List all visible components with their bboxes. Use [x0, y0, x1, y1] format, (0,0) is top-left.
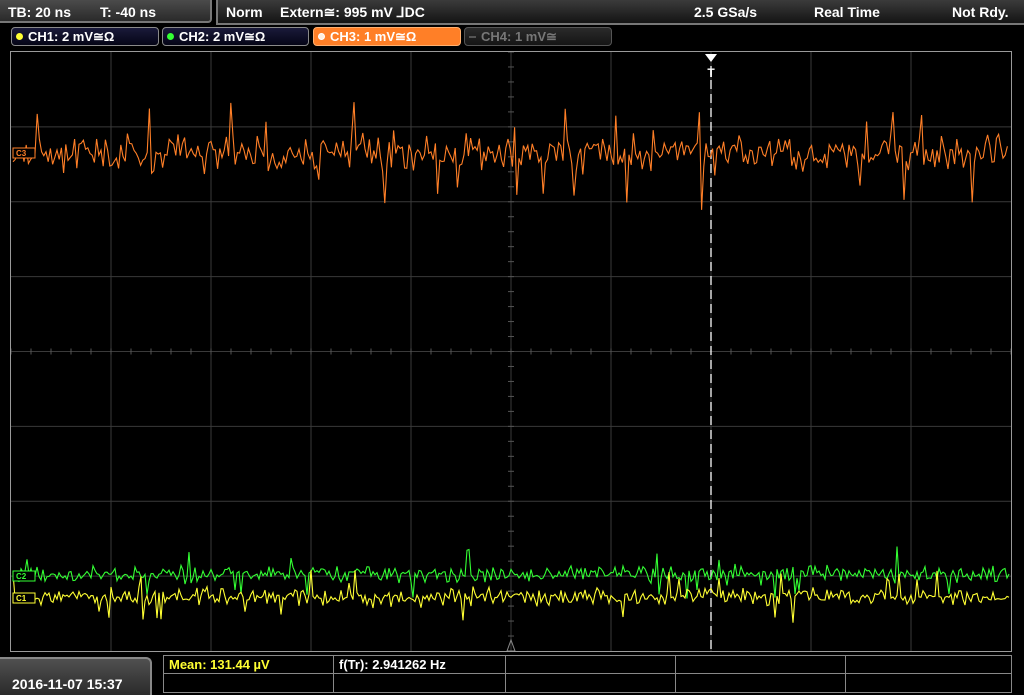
ch3-dot-icon [318, 33, 325, 40]
timebase-label: TB: 20 ns [8, 4, 72, 20]
timebase-panel[interactable]: TB: 20 ns T: -40 ns [0, 0, 212, 23]
channel-ch4[interactable]: CH4: 1 mV≅ [464, 27, 612, 46]
trigger-source: Extern≅: 995 mV ⅃DC [280, 4, 425, 20]
channel-bar: CH1: 2 mV≅Ω CH2: 2 mV≅Ω CH3: 1 mV≅Ω CH4:… [0, 26, 1024, 48]
ch3-offset-label: C3 [16, 149, 27, 158]
measurement-slot[interactable] [506, 656, 676, 674]
ch1-label: CH1: 2 mV≅Ω [28, 29, 115, 44]
trigger-offset-label: T: -40 ns [100, 4, 157, 20]
top-status-bar: TB: 20 ns T: -40 ns Norm Extern≅: 995 mV… [0, 0, 1024, 25]
measurement-slot[interactable] [164, 674, 334, 692]
waveform-display[interactable]: T C3 C2 C1 [10, 51, 1012, 652]
measurement-slot[interactable] [334, 674, 506, 692]
measurement-slot[interactable] [846, 656, 1011, 674]
ch2-label: CH2: 2 mV≅Ω [179, 29, 266, 44]
ch4-dash-icon [469, 36, 476, 38]
datetime-panel: 2016-11-07 15:37 [0, 657, 152, 695]
ch1-offset-label: C1 [16, 594, 27, 603]
sample-rate: 2.5 GSa/s [694, 4, 758, 20]
channel-ch2[interactable]: CH2: 2 mV≅Ω [162, 27, 309, 46]
trigger-mode: Norm [226, 4, 263, 20]
ch2-offset-label: C2 [16, 572, 27, 581]
trigger-marker-label: T [707, 66, 715, 80]
measurement-slot[interactable] [506, 674, 676, 692]
ch3-label: CH3: 1 mV≅Ω [330, 29, 417, 44]
waveform-canvas: T C3 C2 C1 [11, 52, 1011, 651]
measurement-slot[interactable] [846, 674, 1011, 692]
measurement-table[interactable]: Mean: 131.44 µV f(Tr): 2.941262 Hz [163, 655, 1012, 693]
bottom-bar: 2016-11-07 15:37 Mean: 131.44 µV f(Tr): … [0, 655, 1024, 695]
measurement-slot[interactable] [676, 674, 846, 692]
ch1-dot-icon [16, 33, 23, 40]
ch3-waveform [12, 102, 1008, 210]
acquisition-state: Not Rdy. [952, 4, 1009, 20]
measurement-frequency[interactable]: f(Tr): 2.941262 Hz [334, 656, 506, 674]
acquisition-mode: Real Time [814, 4, 880, 20]
trigger-marker-icon[interactable] [705, 54, 717, 62]
ch2-dot-icon [167, 33, 174, 40]
channel-ch3[interactable]: CH3: 1 mV≅Ω [313, 27, 461, 46]
ch4-label: CH4: 1 mV≅ [481, 29, 557, 44]
channel-ch1[interactable]: CH1: 2 mV≅Ω [11, 27, 159, 46]
measurement-mean[interactable]: Mean: 131.44 µV [164, 656, 334, 674]
datetime-label: 2016-11-07 15:37 [12, 676, 123, 692]
measurement-slot[interactable] [676, 656, 846, 674]
acquisition-status-panel[interactable]: Norm Extern≅: 995 mV ⅃DC 2.5 GSa/s Real … [216, 0, 1024, 25]
